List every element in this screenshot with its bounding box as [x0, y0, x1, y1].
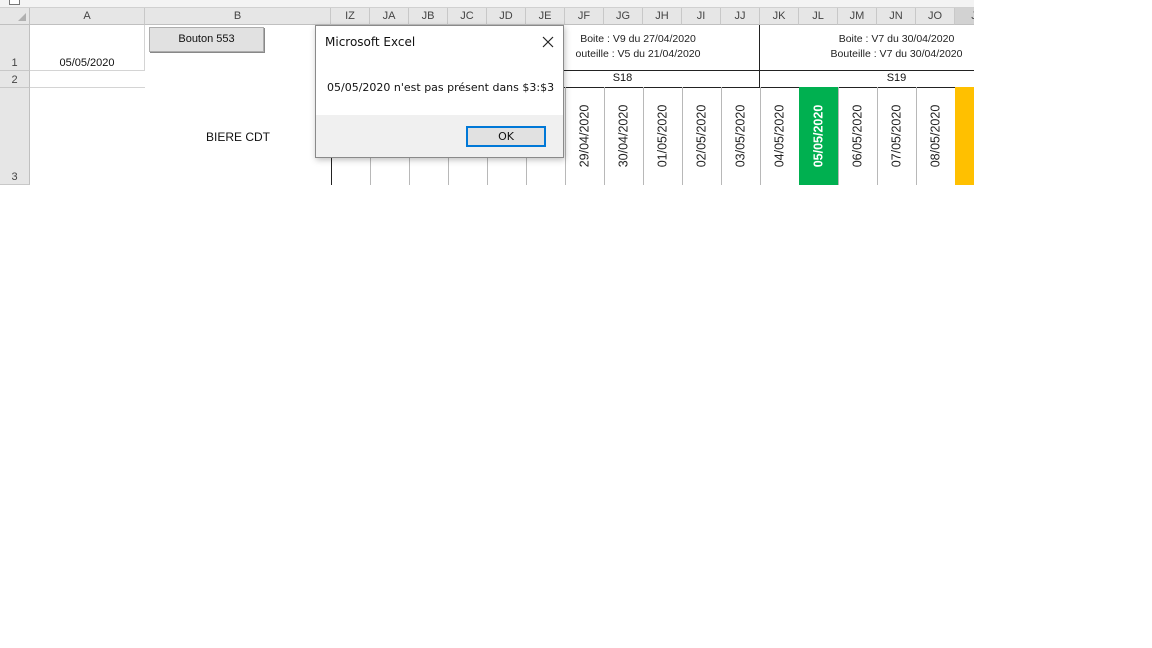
- column-header-jd[interactable]: JD: [487, 8, 526, 25]
- date-cell[interactable]: 07/05/2020: [877, 87, 916, 185]
- dialog-message: 05/05/2020 n'est pas présent dans $3:$3: [327, 81, 555, 94]
- ok-button[interactable]: OK: [466, 126, 546, 147]
- column-header-jn[interactable]: JN: [877, 8, 916, 25]
- column-header-ja[interactable]: JA: [370, 8, 409, 25]
- date-cell-value: 08/05/2020: [928, 104, 943, 168]
- column-header-jm[interactable]: JM: [838, 8, 877, 25]
- cell-a1-value: 05/05/2020: [59, 57, 115, 69]
- column-header-jg[interactable]: JG: [604, 8, 643, 25]
- date-cell[interactable]: 03/05/2020: [721, 87, 760, 185]
- column-header-jo[interactable]: JO: [916, 8, 955, 25]
- info-s19: Boite : V7 du 30/04/2020 Bouteille : V7 …: [760, 32, 974, 62]
- message-dialog: Microsoft Excel 05/05/2020 n'est pas pré…: [315, 25, 564, 158]
- column-header-je[interactable]: JE: [526, 8, 565, 25]
- date-cell[interactable]: 30/04/2020: [604, 87, 643, 185]
- date-cell[interactable]: 05/05/2020: [799, 87, 838, 185]
- row-header-1[interactable]: 1: [0, 25, 30, 71]
- column-header-jj[interactable]: JJ: [721, 8, 760, 25]
- ribbon-edge: [0, 0, 974, 8]
- date-cell-value: 05/05/2020: [811, 104, 826, 168]
- cell-a2[interactable]: [30, 71, 145, 88]
- column-header-jc[interactable]: JC: [448, 8, 487, 25]
- date-cell[interactable]: 08/05/2020: [916, 87, 955, 185]
- date-cell-value: 06/05/2020: [850, 104, 865, 168]
- column-header-jk[interactable]: JK: [760, 8, 799, 25]
- date-cell[interactable]: 09/05/2020: [955, 87, 974, 185]
- date-cell[interactable]: 02/05/2020: [682, 87, 721, 185]
- column-header-jh[interactable]: JH: [643, 8, 682, 25]
- date-cell-value: 29/04/2020: [577, 104, 592, 168]
- close-button[interactable]: [533, 26, 563, 58]
- info-s19-line1: Boite : V7 du 30/04/2020: [838, 33, 955, 45]
- select-all-triangle-icon: [18, 13, 26, 21]
- bouton-553[interactable]: Bouton 553: [149, 27, 264, 52]
- column-header-jb[interactable]: JB: [409, 8, 448, 25]
- date-cell[interactable]: 01/05/2020: [643, 87, 682, 185]
- column-header-jf[interactable]: JF: [565, 8, 604, 25]
- column-header-iz[interactable]: IZ: [331, 8, 370, 25]
- date-cell-value: 02/05/2020: [694, 104, 709, 168]
- date-cell-value: 04/05/2020: [772, 104, 787, 168]
- row-header-3[interactable]: 3: [0, 88, 30, 185]
- date-cell[interactable]: 04/05/2020: [760, 87, 799, 185]
- cell-b3-value: BIERE CDT: [205, 130, 270, 144]
- row-header-2[interactable]: 2: [0, 71, 30, 88]
- column-header-ji[interactable]: JI: [682, 8, 721, 25]
- info-s18-line2: outeille : V5 du 21/04/2020: [575, 48, 701, 60]
- spreadsheet: A B IZ JA JB JC JD JE JF JG JH JI JJ JK JL JM JN JO J 1 …: [0, 0, 974, 185]
- week-label-s19: S19: [886, 72, 907, 84]
- date-cell-value: 30/04/2020: [616, 104, 631, 168]
- date-cell[interactable]: 29/04/2020: [565, 87, 604, 185]
- column-header-a[interactable]: A: [30, 8, 145, 25]
- column-header-jl[interactable]: JL: [799, 8, 838, 25]
- date-cell-value: 07/05/2020: [889, 104, 904, 168]
- info-s18: Boite : V9 du 27/04/2020 outeille : V5 d…: [540, 32, 736, 62]
- date-cell[interactable]: 06/05/2020: [838, 87, 877, 185]
- column-header-b[interactable]: B: [145, 8, 331, 25]
- select-all-corner[interactable]: [0, 8, 30, 25]
- info-s18-line1: Boite : V9 du 27/04/2020: [580, 33, 696, 45]
- expand-formula-icon[interactable]: [9, 0, 20, 5]
- column-header-j[interactable]: J: [955, 8, 974, 25]
- close-icon: [542, 36, 554, 48]
- info-s19-line2: Bouteille : V7 du 30/04/2020: [830, 48, 963, 60]
- date-cell-value: 03/05/2020: [733, 104, 748, 168]
- week-label-s18: S18: [612, 72, 633, 84]
- cell-a1[interactable]: 05/05/2020: [30, 25, 145, 71]
- dialog-title: Microsoft Excel: [325, 35, 416, 49]
- date-cell-value: 01/05/2020: [655, 104, 670, 168]
